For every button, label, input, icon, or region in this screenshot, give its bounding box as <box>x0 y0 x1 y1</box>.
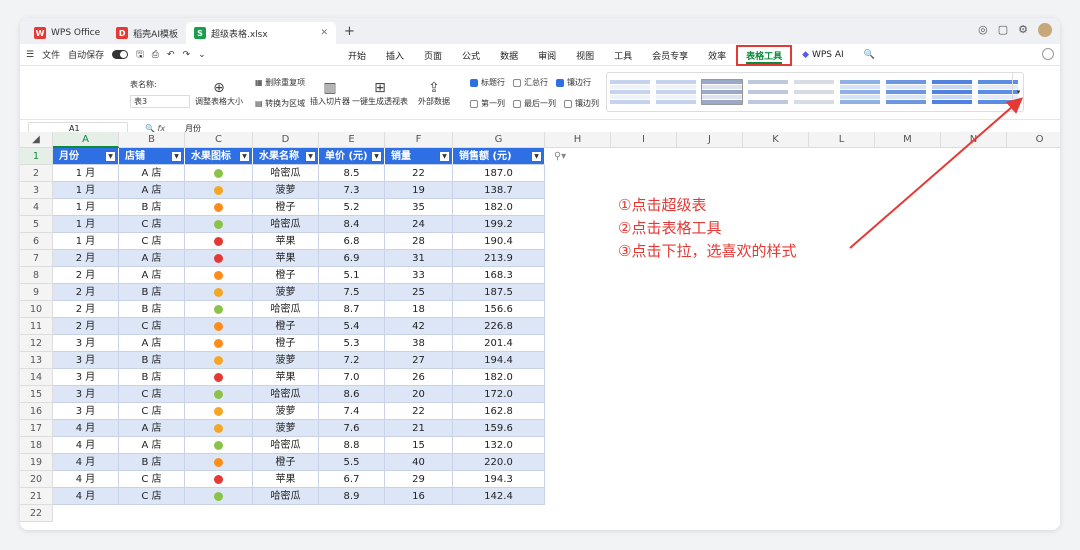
app-window: W WPS Office D 稻壳AI模板 S 超级表格.xlsx ✕ + ◎ … <box>20 18 1060 530</box>
annotation-arrow <box>849 97 1024 249</box>
